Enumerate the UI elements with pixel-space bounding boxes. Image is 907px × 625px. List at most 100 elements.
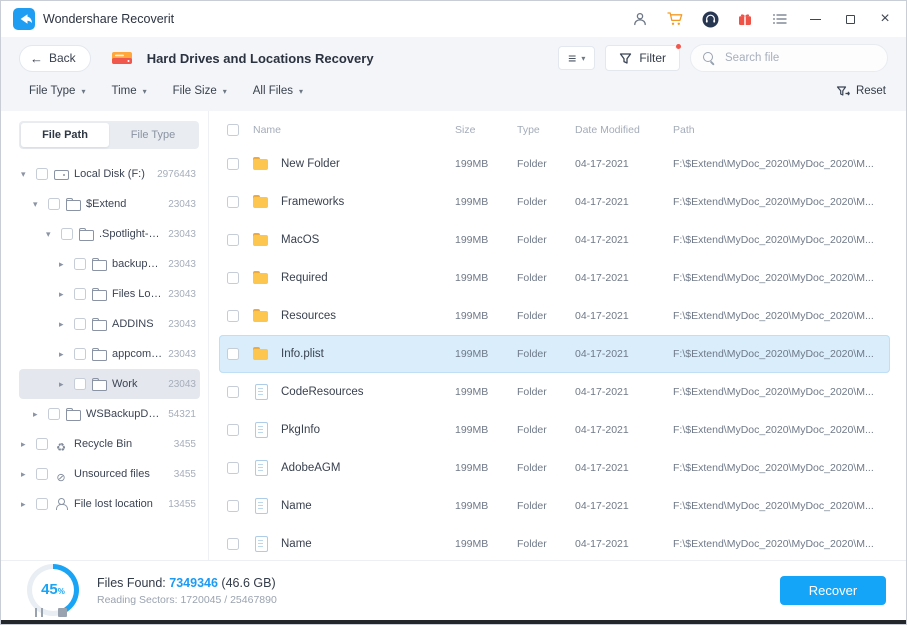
tree-item-local-disk[interactable]: Local Disk (F:) 2976443 bbox=[19, 159, 200, 189]
search-box[interactable] bbox=[690, 44, 888, 72]
table-row[interactable]: CodeResources 199MB Folder 04-17-2021 F:… bbox=[219, 373, 890, 411]
table-row[interactable]: Name 199MB Folder 04-17-2021 F:\$Extend\… bbox=[219, 487, 890, 525]
checkbox[interactable] bbox=[36, 168, 48, 180]
table-row[interactable]: Required 199MB Folder 04-17-2021 F:\$Ext… bbox=[219, 259, 890, 297]
file-date: 04-17-2021 bbox=[575, 424, 673, 436]
recover-button[interactable]: Recover bbox=[780, 576, 886, 605]
support-headset-icon[interactable] bbox=[701, 10, 719, 28]
time-filter[interactable]: Time ▾ bbox=[111, 85, 146, 97]
chevron-icon[interactable] bbox=[59, 260, 68, 269]
back-button[interactable]: ← Back bbox=[19, 45, 91, 72]
column-type[interactable]: Type bbox=[517, 124, 575, 136]
chevron-icon[interactable] bbox=[33, 410, 42, 419]
checkbox[interactable] bbox=[36, 468, 48, 480]
chevron-icon[interactable] bbox=[21, 440, 30, 449]
table-row-selected[interactable]: Info.plist 199MB Folder 04-17-2021 F:\$E… bbox=[219, 335, 890, 373]
table-row[interactable]: MacOS 199MB Folder 04-17-2021 F:\$Extend… bbox=[219, 221, 890, 259]
row-checkbox[interactable] bbox=[227, 500, 239, 512]
file-date: 04-17-2021 bbox=[575, 538, 673, 550]
tree-item-extend[interactable]: $Extend 23043 bbox=[19, 189, 200, 219]
row-checkbox[interactable] bbox=[227, 234, 239, 246]
file-type-filter[interactable]: File Type ▾ bbox=[29, 85, 85, 97]
checkbox[interactable] bbox=[74, 348, 86, 360]
folder-icon bbox=[92, 348, 106, 361]
row-checkbox[interactable] bbox=[227, 310, 239, 322]
tree-item-spotlight[interactable]: .Spotlight-V10000... 23043 bbox=[19, 219, 200, 249]
table-row[interactable]: AdobeAGM 199MB Folder 04-17-2021 F:\$Ext… bbox=[219, 449, 890, 487]
chevron-down-icon: ▾ bbox=[299, 87, 303, 96]
checkbox[interactable] bbox=[61, 228, 73, 240]
row-checkbox[interactable] bbox=[227, 462, 239, 474]
table-row[interactable]: PkgInfo 199MB Folder 04-17-2021 F:\$Exte… bbox=[219, 411, 890, 449]
checkbox[interactable] bbox=[48, 198, 60, 210]
row-checkbox[interactable] bbox=[227, 272, 239, 284]
tree-item-work[interactable]: Work 23043 bbox=[19, 369, 200, 399]
filter-button[interactable]: Filter bbox=[605, 45, 680, 71]
checkbox[interactable] bbox=[36, 438, 48, 450]
checkbox[interactable] bbox=[74, 258, 86, 270]
chevron-icon[interactable] bbox=[21, 170, 30, 179]
file-table: Name Size Type Date Modified Path New Fo… bbox=[209, 111, 906, 560]
checkbox[interactable] bbox=[74, 288, 86, 300]
row-checkbox[interactable] bbox=[227, 196, 239, 208]
column-size[interactable]: Size bbox=[455, 124, 517, 136]
row-checkbox[interactable] bbox=[227, 386, 239, 398]
checkbox[interactable] bbox=[48, 408, 60, 420]
table-row[interactable]: New Folder 199MB Folder 04-17-2021 F:\$E… bbox=[219, 145, 890, 183]
file-size-filter[interactable]: File Size ▾ bbox=[173, 85, 227, 97]
row-checkbox[interactable] bbox=[227, 424, 239, 436]
folder-icon bbox=[92, 318, 106, 331]
row-checkbox[interactable] bbox=[227, 158, 239, 170]
minimize-button[interactable] bbox=[806, 10, 824, 28]
reset-filters-button[interactable]: Reset bbox=[836, 85, 886, 98]
tab-file-path[interactable]: File Path bbox=[21, 123, 109, 147]
column-date-modified[interactable]: Date Modified bbox=[575, 124, 673, 136]
column-name[interactable]: Name bbox=[253, 124, 455, 136]
close-button[interactable]: × bbox=[876, 10, 894, 28]
tree-item-appcompat[interactable]: appcompat 23043 bbox=[19, 339, 200, 369]
tree-item-backupdata[interactable]: backupdata 23043 bbox=[19, 249, 200, 279]
folder-icon bbox=[92, 288, 106, 301]
tree-item-file-lost-location[interactable]: File lost location 13455 bbox=[19, 489, 200, 519]
chevron-icon[interactable] bbox=[21, 500, 30, 509]
table-row[interactable]: Frameworks 199MB Folder 04-17-2021 F:\$E… bbox=[219, 183, 890, 221]
time-filter-label: Time bbox=[111, 85, 136, 97]
checkbox[interactable] bbox=[74, 318, 86, 330]
search-input[interactable] bbox=[723, 51, 875, 65]
table-row[interactable]: Resources 199MB Folder 04-17-2021 F:\$Ex… bbox=[219, 297, 890, 335]
chevron-icon[interactable] bbox=[46, 230, 55, 239]
file-type: Folder bbox=[517, 272, 575, 284]
pause-icon[interactable] bbox=[35, 608, 43, 617]
chevron-icon[interactable] bbox=[59, 350, 68, 359]
tree-item-recycle-bin[interactable]: Recycle Bin 3455 bbox=[19, 429, 200, 459]
tree-count: 3455 bbox=[174, 439, 196, 450]
gift-icon[interactable] bbox=[736, 10, 754, 28]
column-path[interactable]: Path bbox=[673, 124, 890, 136]
tree-count: 3455 bbox=[174, 469, 196, 480]
tree-item-wsbackupdata[interactable]: WSBackupData 54321 bbox=[19, 399, 200, 429]
account-icon[interactable] bbox=[631, 10, 649, 28]
menu-list-icon[interactable] bbox=[771, 10, 789, 28]
table-row[interactable]: Name 199MB Folder 04-17-2021 F:\$Extend\… bbox=[219, 525, 890, 560]
tree-item-addins[interactable]: ADDINS 23043 bbox=[19, 309, 200, 339]
view-options-button[interactable]: ≡ ▾ bbox=[558, 46, 595, 70]
tree-count: 2976443 bbox=[157, 169, 196, 180]
stop-icon[interactable] bbox=[58, 608, 67, 617]
chevron-icon[interactable] bbox=[59, 320, 68, 329]
tab-file-type[interactable]: File Type bbox=[109, 123, 197, 147]
all-files-filter[interactable]: All Files ▾ bbox=[253, 85, 303, 97]
chevron-icon[interactable] bbox=[59, 380, 68, 389]
checkbox[interactable] bbox=[74, 378, 86, 390]
row-checkbox[interactable] bbox=[227, 348, 239, 360]
chevron-icon[interactable] bbox=[33, 200, 42, 209]
cart-icon[interactable] bbox=[666, 10, 684, 28]
chevron-icon[interactable] bbox=[59, 290, 68, 299]
select-all-checkbox[interactable] bbox=[227, 124, 239, 136]
row-checkbox[interactable] bbox=[227, 538, 239, 550]
maximize-button[interactable] bbox=[841, 10, 859, 28]
file-path: F:\$Extend\MyDoc_2020\MyDoc_2020\M... bbox=[673, 234, 890, 246]
chevron-icon[interactable] bbox=[21, 470, 30, 479]
checkbox[interactable] bbox=[36, 498, 48, 510]
tree-item-files-lost[interactable]: Files Lost Origri... 23043 bbox=[19, 279, 200, 309]
tree-item-unsourced-files[interactable]: Unsourced files 3455 bbox=[19, 459, 200, 489]
